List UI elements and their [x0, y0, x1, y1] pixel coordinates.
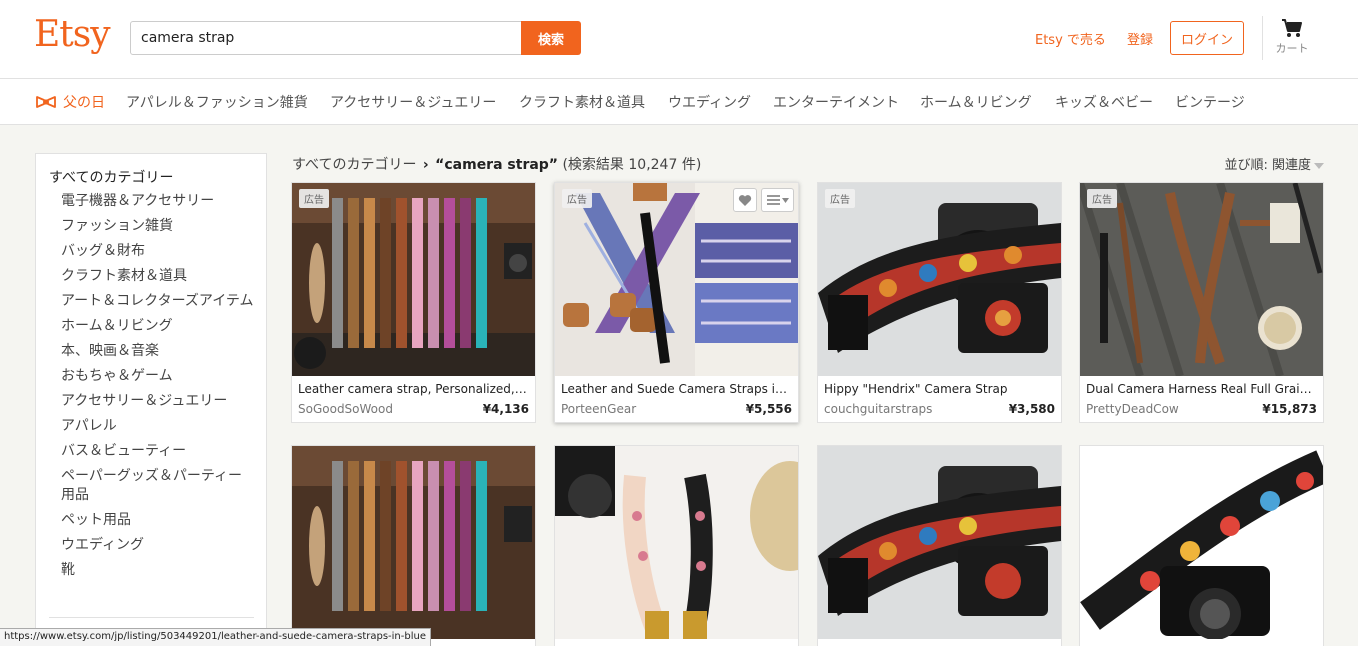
header-divider: [1262, 16, 1263, 60]
search-button[interactable]: 検索: [521, 21, 581, 55]
register-link[interactable]: 登録: [1127, 29, 1153, 48]
sidebar-category-list: 電子機器＆アクセサリー ファッション雑貨 バッグ＆財布 クラフト素材＆道具 アー…: [61, 192, 256, 586]
product-title[interactable]: Leather and Suede Camera Straps in Blue: [561, 382, 792, 396]
browser-status-url: https://www.etsy.com/jp/listing/50344920…: [0, 628, 431, 646]
sidebar-item-craft[interactable]: クラフト素材＆道具: [61, 267, 256, 286]
nav-apparel[interactable]: アパレル＆ファッション雑貨: [126, 92, 308, 112]
sidebar-item-bath-beauty[interactable]: バス＆ビューティー: [61, 442, 256, 461]
breadcrumb: すべてのカテゴリー › “camera strap” (検索結果 10,247 …: [292, 154, 701, 174]
sidebar-item-fashion-goods[interactable]: ファッション雑貨: [61, 217, 256, 236]
ad-badge: 広告: [562, 189, 592, 208]
nav-wedding[interactable]: ウエディング: [668, 92, 751, 112]
sort-dropdown[interactable]: 並び順: 関連度: [1224, 154, 1324, 173]
nav-kids-baby[interactable]: キッズ＆ベビー: [1055, 92, 1153, 112]
product-image[interactable]: [555, 446, 798, 639]
sidebar-item-pets[interactable]: ペット用品: [61, 511, 256, 530]
bow-tie-icon: [36, 96, 56, 108]
product-image[interactable]: [292, 446, 535, 639]
nav-accessories[interactable]: アクセサリー＆ジュエリー: [330, 92, 496, 112]
etsy-logo[interactable]: Etsy: [34, 14, 111, 55]
product-price: ¥4,136: [482, 402, 529, 416]
shop-name[interactable]: couchguitarstraps: [824, 402, 932, 416]
product-card[interactable]: 広告 Hippy "Hendrix" Camera Strap couchgui…: [817, 182, 1062, 423]
caret-down-icon: [1314, 162, 1324, 169]
sidebar-item-wedding[interactable]: ウエディング: [61, 536, 256, 555]
product-card[interactable]: [817, 445, 1062, 646]
product-card[interactable]: [554, 445, 799, 646]
sidebar-item-home[interactable]: ホーム＆リビング: [61, 317, 256, 336]
product-image[interactable]: [1080, 446, 1323, 639]
sidebar-item-bags[interactable]: バッグ＆財布: [61, 242, 256, 261]
sidebar-item-shoes[interactable]: 靴: [61, 561, 256, 580]
ad-badge: 広告: [1087, 189, 1117, 208]
sell-on-etsy-link[interactable]: Etsy で売る: [1035, 29, 1106, 48]
product-image[interactable]: [818, 446, 1061, 639]
sidebar-item-apparel[interactable]: アパレル: [61, 417, 256, 436]
ad-badge: 広告: [825, 189, 855, 208]
heart-icon: [738, 194, 752, 206]
add-to-list-button[interactable]: [761, 188, 794, 212]
cart-icon: [1282, 19, 1302, 37]
breadcrumb-root[interactable]: すべてのカテゴリー: [292, 157, 416, 173]
product-image[interactable]: 広告: [818, 183, 1061, 376]
sidebar-all-categories[interactable]: すべてのカテゴリー: [49, 167, 173, 187]
product-card[interactable]: [1079, 445, 1324, 646]
search-input[interactable]: [130, 21, 522, 55]
product-price: ¥15,873: [1262, 402, 1317, 416]
list-icon: [766, 195, 780, 205]
nav-entertainment[interactable]: エンターテイメント: [773, 92, 899, 112]
sidebar-item-art[interactable]: アート＆コレクターズアイテム: [61, 292, 256, 311]
product-card[interactable]: [291, 445, 536, 646]
product-price: ¥3,580: [1008, 402, 1055, 416]
product-price: ¥5,556: [745, 402, 792, 416]
product-image[interactable]: 広告: [1080, 183, 1323, 376]
ad-badge: 広告: [299, 189, 329, 208]
sort-value: 関連度: [1271, 158, 1311, 173]
product-title[interactable]: Leather camera strap, Personalized, gift…: [298, 382, 529, 396]
sidebar-item-electronics[interactable]: 電子機器＆アクセサリー: [61, 192, 256, 211]
favorite-button[interactable]: [733, 188, 757, 212]
nav-fathers-day[interactable]: 父の日: [63, 92, 105, 112]
product-title[interactable]: Hippy "Hendrix" Camera Strap: [824, 382, 1055, 396]
nav-craft-supplies[interactable]: クラフト素材＆道具: [519, 92, 645, 112]
nav-home-living[interactable]: ホーム＆リビング: [920, 92, 1032, 112]
cart-label: カート: [1275, 42, 1309, 55]
result-count: (検索結果 10,247 件): [562, 157, 702, 173]
sidebar-item-jewelry[interactable]: アクセサリー＆ジュエリー: [61, 392, 256, 411]
shop-name[interactable]: PorteenGear: [561, 402, 636, 416]
nav-vintage[interactable]: ビンテージ: [1175, 92, 1245, 112]
chevron-right-icon: ›: [422, 157, 429, 173]
login-button[interactable]: ログイン: [1170, 21, 1244, 55]
category-nav: 父の日 アパレル＆ファッション雑貨 アクセサリー＆ジュエリー クラフト素材＆道具…: [0, 79, 1358, 125]
breadcrumb-query: “camera strap”: [435, 157, 559, 173]
sort-label: 並び順:: [1224, 158, 1268, 173]
product-card[interactable]: 広告 Dual Camera Harness Real Full Grain L…: [1079, 182, 1324, 423]
sidebar-item-books-music[interactable]: 本、映画＆音楽: [61, 342, 256, 361]
shop-name[interactable]: PrettyDeadCow: [1086, 402, 1179, 416]
product-image[interactable]: 広告: [555, 183, 798, 376]
shop-name[interactable]: SoGoodSoWood: [298, 402, 393, 416]
product-card[interactable]: 広告 Leather camera strap, Personalized, g…: [291, 182, 536, 423]
product-image[interactable]: 広告: [292, 183, 535, 376]
sidebar-item-paper-party[interactable]: ペーパーグッズ＆パーティー用品: [61, 467, 256, 505]
category-sidebar: すべてのカテゴリー 電子機器＆アクセサリー ファッション雑貨 バッグ＆財布 クラ…: [35, 153, 267, 646]
caret-down-icon: [781, 197, 789, 203]
site-header: Etsy 検索 Etsy で売る 登録 ログイン カート: [0, 0, 1358, 79]
product-card[interactable]: 広告 Leather and Suede Camera Straps in Bl…: [554, 182, 799, 423]
sidebar-divider: [49, 617, 254, 618]
sidebar-item-toys[interactable]: おもちゃ＆ゲーム: [61, 367, 256, 386]
cart-button[interactable]: カート: [1272, 18, 1312, 56]
product-title[interactable]: Dual Camera Harness Real Full Grain Leat…: [1086, 382, 1317, 396]
